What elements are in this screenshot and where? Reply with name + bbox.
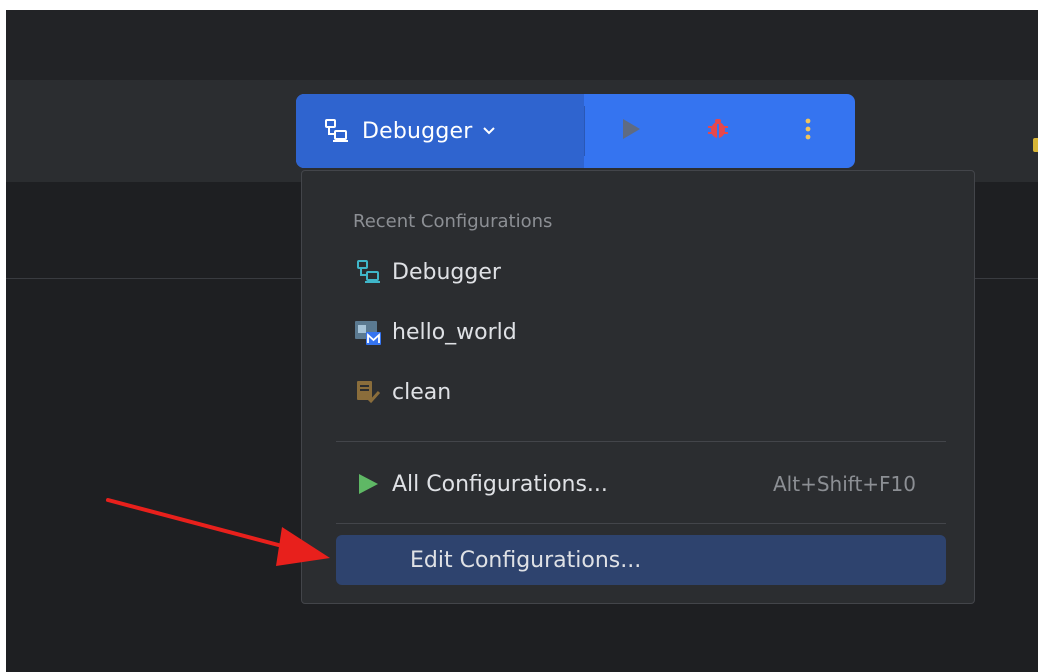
build-target-icon — [354, 378, 382, 406]
widget-separator — [584, 106, 585, 156]
play-icon — [354, 470, 382, 498]
menu-item-label: hello_world — [392, 319, 517, 345]
more-button[interactable] — [786, 94, 830, 168]
menu-item-label: Edit Configurations... — [410, 547, 642, 573]
run-config-selector[interactable]: Debugger — [296, 94, 584, 168]
menu-item-label: All Configurations... — [392, 471, 608, 497]
menu-separator — [336, 441, 946, 442]
menu-item-all-configurations[interactable]: All Configurations... Alt+Shift+F10 — [336, 459, 946, 509]
run-button[interactable] — [606, 94, 656, 168]
debug-button[interactable] — [696, 94, 740, 168]
title-bar — [6, 10, 1038, 80]
makefile-app-icon — [354, 318, 382, 346]
menu-separator — [336, 523, 946, 524]
kebab-vertical-icon — [804, 117, 812, 145]
menu-item-clean[interactable]: clean — [336, 367, 946, 417]
menu-item-label: Debugger — [392, 259, 501, 285]
menu-item-debugger[interactable]: Debugger — [336, 247, 946, 297]
chevron-down-icon — [481, 123, 497, 139]
remote-debug-icon — [322, 117, 350, 145]
remote-debug-icon — [354, 258, 382, 286]
menu-item-hello-world[interactable]: hello_world — [336, 307, 946, 357]
run-widget: Debugger — [296, 94, 855, 168]
section-title-recent: Recent Configurations — [353, 211, 553, 232]
bug-icon — [706, 117, 730, 145]
play-icon — [621, 118, 641, 144]
run-config-label: Debugger — [362, 118, 473, 144]
menu-item-edit-configurations[interactable]: Edit Configurations... — [336, 535, 946, 585]
shortcut-label: Alt+Shift+F10 — [772, 472, 916, 496]
run-config-popup: Recent Configurations Debugger hello_wor… — [301, 170, 975, 604]
menu-item-label: clean — [392, 379, 452, 405]
toolbar-overflow-indicator — [1033, 138, 1038, 152]
ide-window: Debugger Recent Configurations Debugger … — [6, 10, 1038, 672]
